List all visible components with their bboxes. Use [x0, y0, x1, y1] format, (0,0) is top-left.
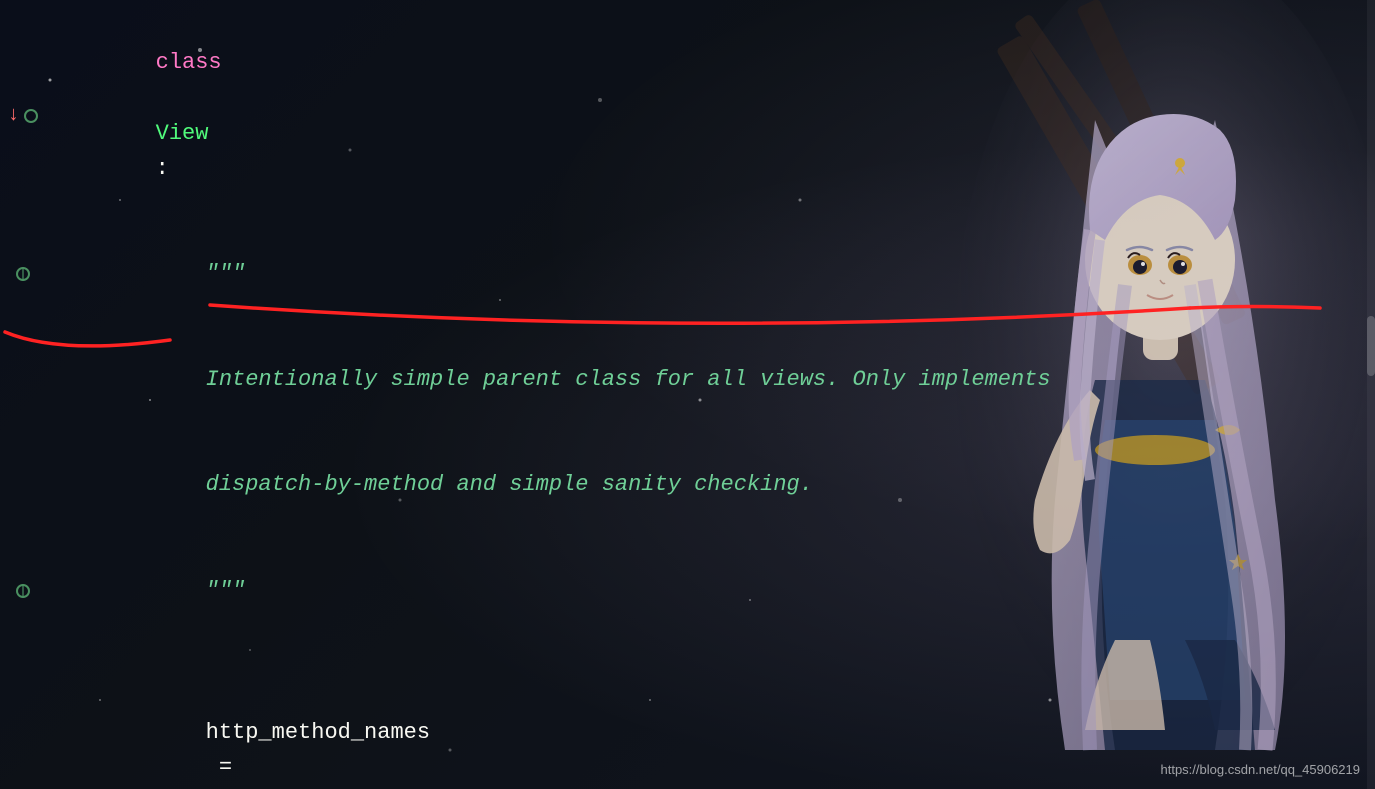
code-line-5: """	[0, 538, 1375, 644]
gutter-connector-2	[22, 267, 24, 281]
line-1-text: class View :	[45, 10, 1365, 221]
code-line-3: Intentionally simple parent class for al…	[0, 327, 1375, 433]
line-6-text	[45, 644, 1365, 679]
arrow-icon: ↓	[7, 100, 19, 132]
watermark: https://blog.csdn.net/qq_45906219	[1161, 762, 1361, 777]
docstring-line2: dispatch-by-method and simple sanity che…	[206, 472, 813, 497]
docstring-close: """	[206, 578, 246, 603]
code-line-4: dispatch-by-method and simple sanity che…	[0, 432, 1375, 538]
gutter-2	[0, 267, 45, 281]
code-line-1: ↓ class View :	[0, 10, 1375, 221]
line-5-text: """	[45, 538, 1365, 644]
gutter-5	[0, 584, 45, 598]
gutter-circle-1	[24, 109, 38, 123]
code-editor: ↓ class View : """	[0, 0, 1375, 789]
gutter-1: ↓	[0, 100, 45, 132]
scrollbar[interactable]	[1367, 0, 1375, 789]
line-4-text: dispatch-by-method and simple sanity che…	[45, 432, 1365, 538]
watermark-url: https://blog.csdn.net/qq_45906219	[1161, 762, 1361, 777]
gutter-connector-5	[22, 584, 24, 598]
line-3-text: Intentionally simple parent class for al…	[45, 327, 1365, 433]
scrollbar-thumb[interactable]	[1367, 316, 1375, 376]
keyword-class: class	[156, 50, 222, 75]
code-content: ↓ class View : """	[0, 0, 1375, 789]
docstring-line1: Intentionally simple parent class for al…	[206, 367, 1051, 392]
class-name: View	[156, 121, 209, 146]
var-http-method-names: http_method_names	[206, 720, 430, 745]
line-2-text: """	[45, 221, 1365, 327]
space	[156, 85, 169, 110]
code-line-2: """	[0, 221, 1375, 327]
docstring-open: """	[206, 261, 246, 286]
code-line-6	[0, 643, 1375, 679]
colon: :	[156, 156, 169, 181]
assign-op: =	[206, 755, 246, 780]
